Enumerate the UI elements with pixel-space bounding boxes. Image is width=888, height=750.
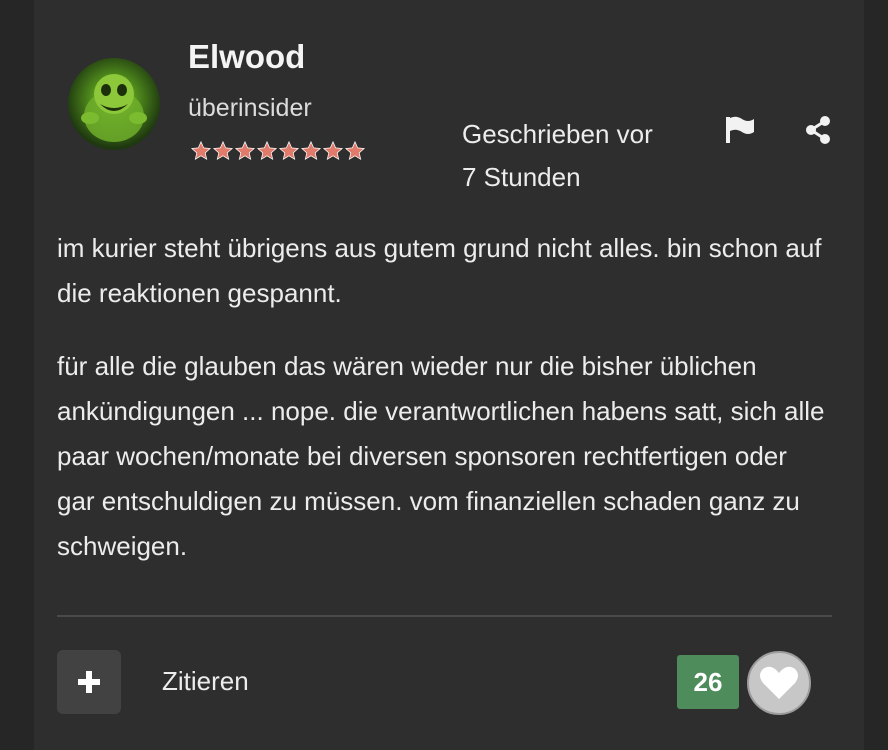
star-icon: [278, 140, 300, 161]
post-content: im kurier steht übrigens aus gutem grund…: [57, 226, 827, 597]
multiquote-button[interactable]: [57, 650, 121, 714]
star-icon: [300, 140, 322, 161]
like-button[interactable]: [747, 651, 811, 715]
reaction-count-badge[interactable]: 26: [677, 655, 739, 709]
star-icon: [212, 140, 234, 161]
avatar[interactable]: [68, 58, 160, 150]
post-paragraph: für alle die glauben das wären wieder nu…: [57, 351, 825, 561]
author-name[interactable]: Elwood: [188, 38, 305, 76]
star-icon: [256, 140, 278, 161]
author-rank: überinsider: [188, 94, 312, 122]
heart-icon: [760, 666, 798, 699]
star-icon: [322, 140, 344, 161]
timestamp-line-1: Geschrieben vor: [462, 119, 653, 149]
share-button[interactable]: [800, 112, 836, 148]
post-timestamp[interactable]: Geschrieben vor 7 Stunden: [462, 113, 702, 199]
post-paragraph: im kurier steht übrigens aus gutem grund…: [57, 233, 822, 308]
green-ghost-avatar-icon: [81, 74, 147, 142]
star-icon: [190, 140, 212, 161]
rank-stars: [190, 140, 366, 166]
timestamp-line-2: 7 Stunden: [462, 162, 581, 192]
share-icon: [806, 116, 830, 144]
star-icon: [344, 140, 366, 161]
star-icon: [234, 140, 256, 161]
plus-icon: [78, 671, 100, 693]
report-button[interactable]: [722, 112, 758, 148]
divider: [57, 615, 832, 617]
quote-button[interactable]: Zitieren: [162, 666, 249, 697]
flag-icon: [726, 116, 754, 143]
